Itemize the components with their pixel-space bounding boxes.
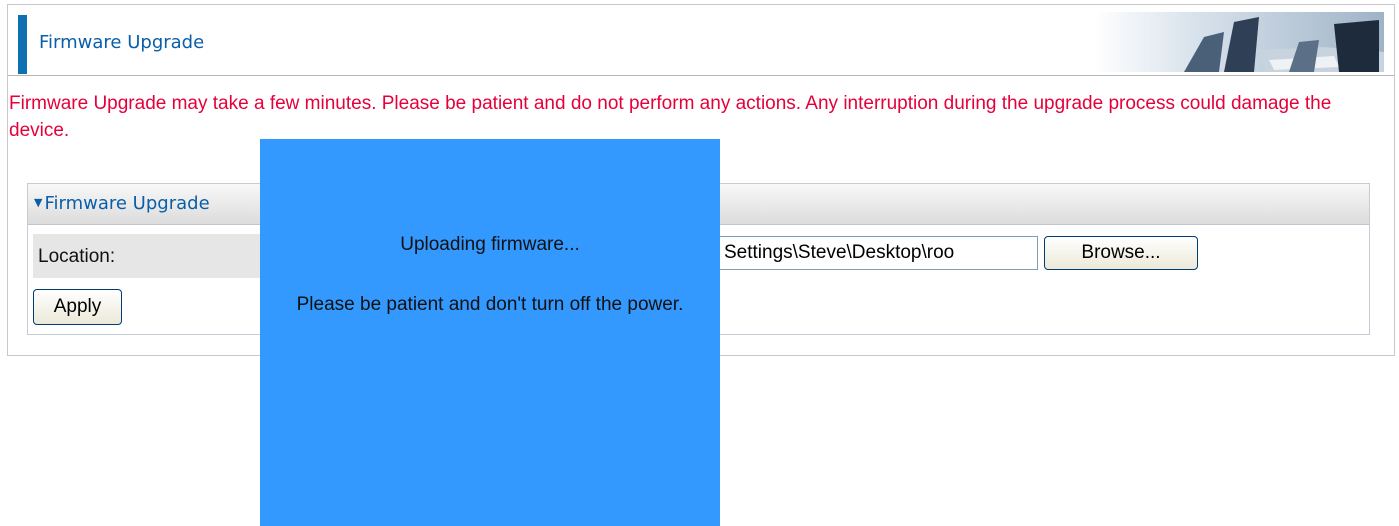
section-title-label: Firmware Upgrade [44, 193, 210, 214]
modal-status-text: Uploading firmware... [400, 234, 580, 255]
section-title[interactable]: ▼ Firmware Upgrade [34, 193, 210, 214]
modal-instruction-text: Please be patient and don't turn off the… [296, 294, 684, 315]
header-accent-bar [18, 15, 27, 74]
location-label: Location: [38, 246, 116, 267]
upload-progress-modal: Uploading firmware... Please be patient … [260, 139, 720, 526]
apply-button[interactable]: Apply [33, 289, 122, 325]
page-header: Firmware Upgrade [7, 4, 1395, 76]
header-banner-image [1094, 12, 1384, 72]
firmware-upgrade-page: Firmware Upgrade Firmware Upgrade may ta… [0, 0, 1399, 526]
upgrade-warning-text: Firmware Upgrade may take a few minutes.… [9, 93, 1332, 141]
browse-button[interactable]: Browse... [1044, 236, 1198, 270]
page-title: Firmware Upgrade [39, 32, 205, 53]
firmware-file-input[interactable]: Settings\Steve\Desktop\roo [718, 236, 1038, 270]
location-label-cell: Location: [33, 234, 283, 278]
caret-down-icon[interactable]: ▼ [34, 196, 42, 209]
